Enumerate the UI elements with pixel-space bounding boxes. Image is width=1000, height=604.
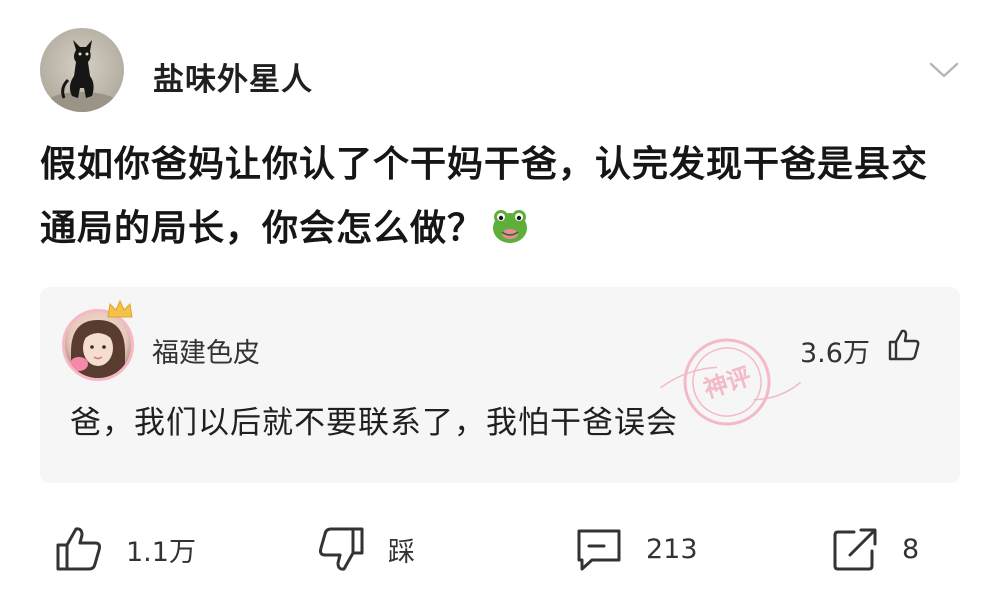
- comment-bubble-icon: [577, 529, 621, 571]
- hot-comment-card[interactable]: 神评 福建色皮 3.6万 爸，我们以后就不要联系了，我怕干爸误会: [40, 287, 960, 483]
- girl-portrait-icon: [70, 320, 125, 378]
- author-avatar[interactable]: [40, 28, 124, 112]
- commenter-name[interactable]: 福建色皮: [152, 331, 260, 370]
- comment-text: 爸，我们以后就不要联系了，我怕干爸误会: [70, 405, 678, 441]
- post-text: 假如你爸妈让你认了个干妈干爸，认完发现干爸是县交通局的局长，你会怎么做？: [40, 133, 960, 261]
- black-cat-icon: [48, 40, 116, 112]
- like-count: 1.1万: [126, 536, 196, 568]
- thumbs-up-icon[interactable]: [886, 327, 922, 363]
- crown-icon: [107, 299, 133, 318]
- comment-button[interactable]: 213: [574, 522, 698, 576]
- commenter-avatar[interactable]: [62, 309, 134, 381]
- comment-like-count: 3.6万: [800, 338, 870, 369]
- dislike-button[interactable]: 踩: [316, 522, 415, 576]
- share-button[interactable]: 8: [830, 522, 919, 576]
- thumbs-down-icon: [319, 527, 364, 571]
- comment-count: 213: [646, 533, 698, 565]
- green-frog-face-icon: [493, 210, 528, 243]
- share-count: 8: [902, 533, 920, 565]
- post-detail-screen: 盐味外星人 假如你爸妈让你认了个干妈干爸，认完发现干爸是县交通局的局长，你会怎么…: [0, 0, 1000, 604]
- author-name[interactable]: 盐味外星人: [153, 54, 313, 99]
- like-button[interactable]: 1.1万: [54, 522, 196, 576]
- share-arrow-icon: [833, 528, 877, 571]
- dislike-label: 踩: [388, 536, 415, 568]
- thumbs-up-icon: [56, 527, 101, 571]
- post-body: 假如你爸妈让你认了个干妈干爸，认完发现干爸是县交通局的局长，你会怎么做？: [40, 144, 929, 249]
- chevron-down-icon[interactable]: [928, 60, 960, 80]
